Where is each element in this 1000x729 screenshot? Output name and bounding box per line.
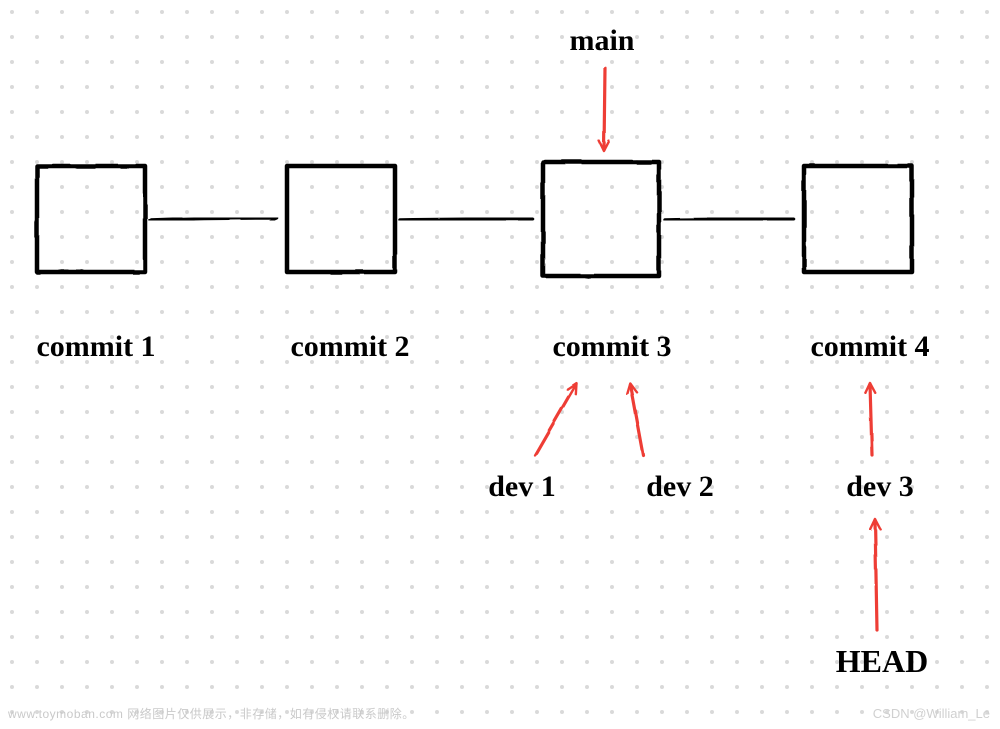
arrow-head xyxy=(875,520,877,630)
watermark-text: www.toymoban.com 网络图片仅供展示，非存储，如有侵权请联系删除。 xyxy=(8,706,415,723)
label-head: HEAD xyxy=(836,643,928,679)
arrow-c2-c3 xyxy=(400,219,532,220)
label-commit3: commit 3 xyxy=(552,330,671,363)
label-commit4: commit 4 xyxy=(810,330,929,363)
git-commit-diagram: main commit 1 commit 2 commit 3 commit 4… xyxy=(0,0,1000,729)
label-main: main xyxy=(569,24,634,57)
arrow-main xyxy=(604,68,605,150)
label-dev1: dev 1 xyxy=(488,470,556,503)
arrow-c3-c4 xyxy=(665,219,793,220)
label-commit2: commit 2 xyxy=(290,330,409,363)
credit-text: CSDN @William_Le xyxy=(873,705,990,723)
label-commit1: commit 1 xyxy=(36,330,155,363)
label-dev2: dev 2 xyxy=(646,470,714,503)
arrow-dev3 xyxy=(870,384,872,455)
label-dev3: dev 3 xyxy=(846,470,914,503)
arrow-c1-c2 xyxy=(150,218,276,220)
